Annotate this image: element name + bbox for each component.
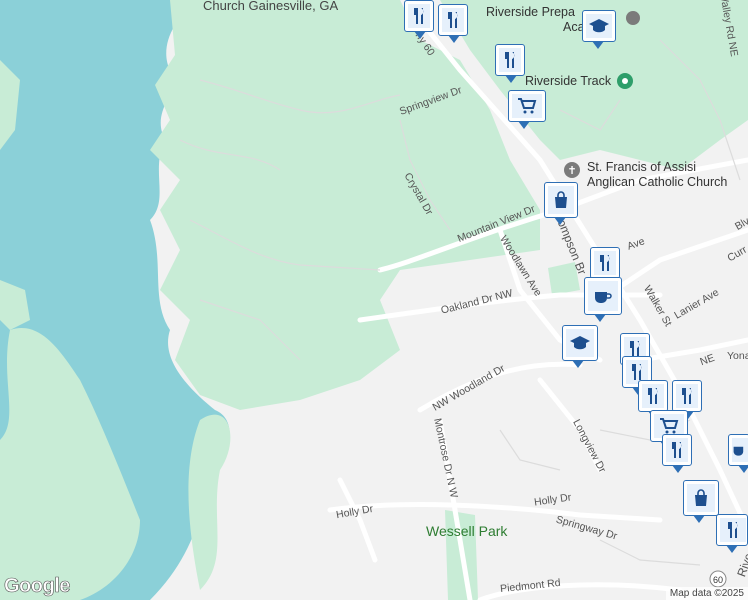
- graduation-cap-icon: [589, 19, 609, 33]
- google-logo: Google: [4, 575, 71, 598]
- restaurant-icon: [448, 12, 458, 28]
- label-riverside-track: Riverside Track: [525, 74, 612, 88]
- school-pin-2[interactable]: [562, 325, 598, 368]
- restaurant-icon: [682, 388, 692, 404]
- restaurant-pin-10[interactable]: [716, 514, 748, 553]
- coffee-cup-icon: [733, 446, 744, 456]
- shopping-bag-icon: [695, 489, 707, 506]
- restaurant-pin-1[interactable]: [404, 0, 434, 39]
- graduation-cap-icon: [570, 336, 590, 350]
- restaurant-pin-7[interactable]: [638, 380, 668, 419]
- restaurant-icon: [632, 364, 642, 380]
- shopping-pin-1[interactable]: [544, 182, 578, 225]
- restaurant-pin-2[interactable]: [438, 4, 468, 43]
- restaurant-icon: [728, 522, 738, 538]
- shopping-pin-2[interactable]: [683, 480, 719, 523]
- restaurant-pin-4[interactable]: [590, 247, 620, 286]
- map-canvas[interactable]: 60 ✝: [0, 0, 748, 600]
- restaurant-pin-3[interactable]: [495, 44, 525, 83]
- map-attribution[interactable]: Map data ©2025: [665, 587, 748, 600]
- label-church-gainesville: Church Gainesville, GA: [203, 0, 339, 13]
- label-yona: Yona: [727, 350, 748, 362]
- label-st-francis-2: Anglican Catholic Church: [587, 175, 728, 189]
- coffee-cup-icon: [595, 292, 612, 303]
- shopping-cart-icon: [660, 418, 679, 434]
- restaurant-icon: [648, 388, 658, 404]
- restaurant-icon: [414, 8, 424, 24]
- school-pin-1[interactable]: [582, 10, 616, 49]
- label-st-francis-1: St. Francis of Assisi: [587, 160, 697, 174]
- route-60-label: 60: [713, 575, 723, 585]
- restaurant-icon: [672, 442, 682, 458]
- label-wessell-park: Wessell Park: [426, 523, 508, 539]
- grocery-pin-1[interactable]: [508, 90, 546, 129]
- restaurant-icon: [505, 52, 515, 68]
- restaurant-pin-8[interactable]: [672, 380, 702, 419]
- svg-text:✝: ✝: [567, 164, 576, 177]
- restaurant-icon: [600, 255, 610, 271]
- shopping-cart-icon: [518, 98, 537, 114]
- label-riverside-prep: Riverside Prepa: [486, 5, 575, 19]
- cafe-pin-2[interactable]: [728, 434, 748, 473]
- restaurant-pin-9[interactable]: [662, 434, 692, 473]
- riverside-prep-marker: [626, 11, 640, 25]
- shopping-bag-icon: [555, 191, 567, 208]
- cafe-pin-1[interactable]: [584, 277, 622, 322]
